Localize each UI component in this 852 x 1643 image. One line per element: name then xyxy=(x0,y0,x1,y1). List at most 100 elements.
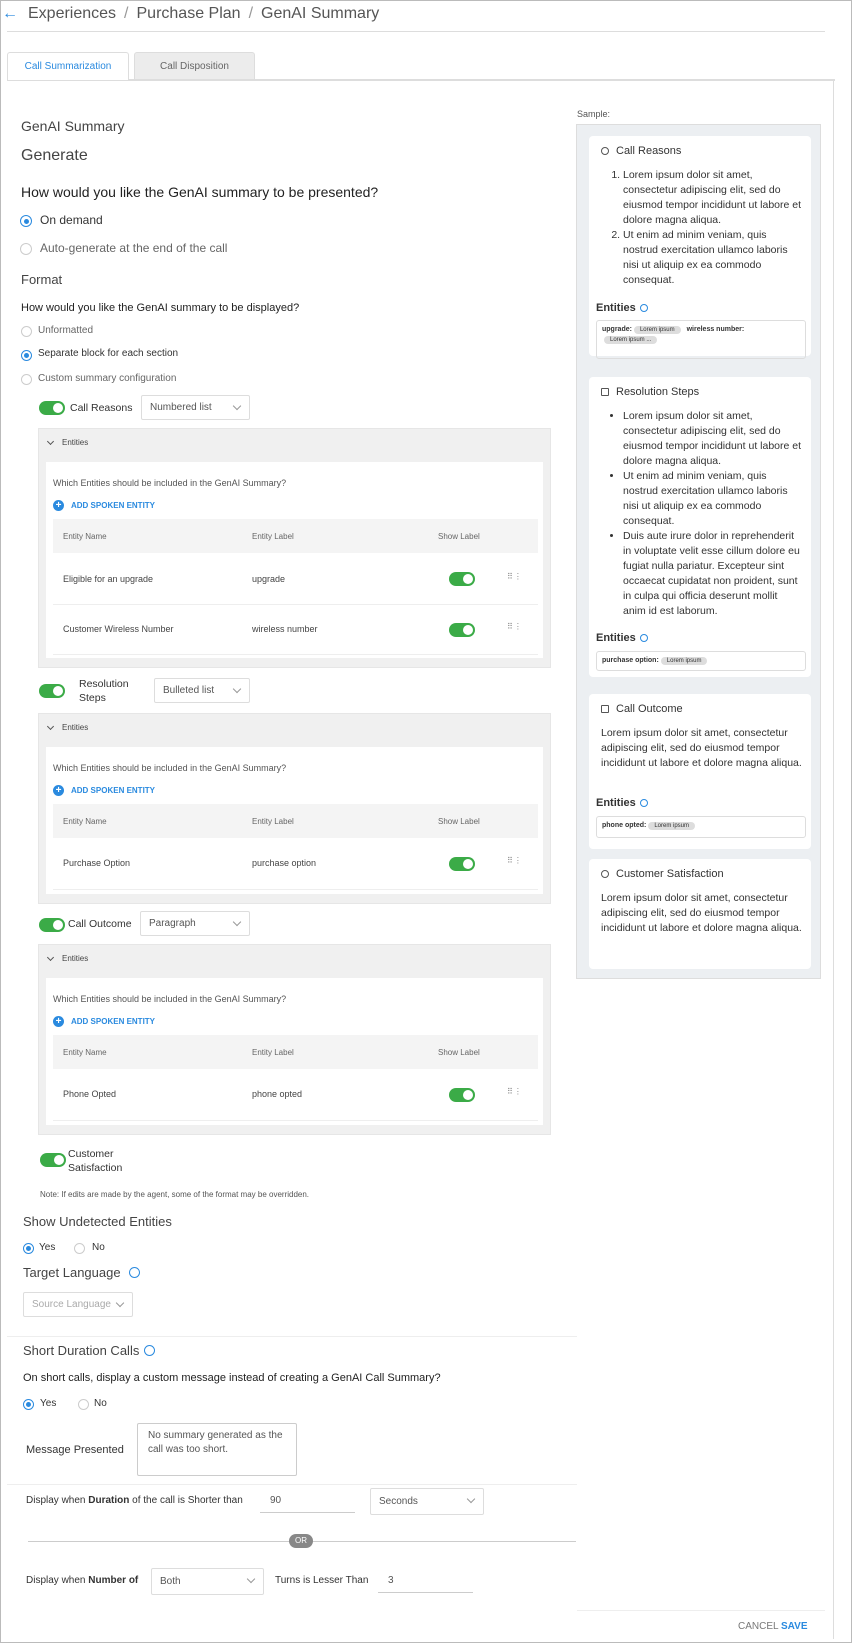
breadcrumb-current: GenAI Summary xyxy=(261,5,380,22)
format-select-call-outcome[interactable]: Paragraph xyxy=(140,911,250,936)
entities-toggle[interactable]: Entities xyxy=(45,722,89,732)
entities-question: Which Entities should be included in the… xyxy=(53,478,287,488)
entity-table-header: Entity Name Entity Label Show Label xyxy=(53,519,538,553)
info-icon[interactable] xyxy=(639,304,648,312)
card-entities-label: Entities xyxy=(596,302,648,314)
col-show-label: Show Label xyxy=(438,1048,480,1057)
label-part: Display when xyxy=(26,1575,89,1586)
toggle-customer-satisfaction[interactable] xyxy=(40,1153,66,1167)
breadcrumb-separator: / xyxy=(248,5,254,22)
number-of-select[interactable]: Both xyxy=(151,1568,264,1595)
add-entity-label: ADD SPOKEN ENTITY xyxy=(71,786,156,795)
sample-card-resolution-steps: Resolution Steps Lorem ipsum dolor sit a… xyxy=(589,377,811,677)
message-presented-textarea[interactable]: No summary generated as the call was too… xyxy=(137,1423,297,1476)
section-name: Resolution Steps xyxy=(79,678,129,704)
radio-custom-config[interactable] xyxy=(21,374,32,385)
sample-panel: Call Reasons Lorem ipsum dolor sit amet,… xyxy=(576,124,821,979)
turns-input[interactable]: 3 xyxy=(378,1568,473,1593)
drag-handle-icon[interactable]: ⠿⋮ xyxy=(507,1087,523,1096)
entities-toggle[interactable]: Entities xyxy=(45,437,89,447)
tab-call-disposition[interactable]: Call Disposition xyxy=(134,52,255,79)
label-part: Display when xyxy=(26,1495,89,1506)
toggle-call-outcome[interactable] xyxy=(39,918,65,932)
format-select-call-reasons[interactable]: Numbered list xyxy=(141,395,250,420)
number-label: Display when Number of xyxy=(26,1575,138,1586)
add-spoken-entity-button[interactable]: + ADD SPOKEN ENTITY xyxy=(53,1016,155,1027)
radio-unformatted[interactable] xyxy=(21,326,32,337)
table-row: Phone Opted phone opted ⠿⋮ xyxy=(53,1069,538,1121)
breadcrumb-item[interactable]: Purchase Plan xyxy=(137,5,241,23)
drag-handle-icon[interactable]: ⠿⋮ xyxy=(507,622,523,631)
add-spoken-entity-button[interactable]: + ADD SPOKEN ENTITY xyxy=(53,500,155,511)
label-bold: Number of xyxy=(88,1575,139,1586)
info-icon[interactable] xyxy=(128,1267,140,1278)
toggle-call-reasons[interactable] xyxy=(39,401,65,415)
show-label-toggle[interactable] xyxy=(449,1088,475,1102)
radio-short-no[interactable] xyxy=(78,1399,89,1410)
show-label-toggle[interactable] xyxy=(449,572,475,586)
select-value: Numbered list xyxy=(150,402,212,413)
entity-key: phone opted: xyxy=(602,822,647,829)
breadcrumb-item[interactable]: Experiences xyxy=(28,5,116,23)
breadcrumb: ← Experiences / Purchase Plan / GenAI Su… xyxy=(0,2,379,26)
entity-key: purchase option: xyxy=(602,657,659,664)
radio-separate-block[interactable] xyxy=(21,350,32,361)
entity-label: phone opted xyxy=(252,1089,303,1099)
radio-on-demand[interactable] xyxy=(20,215,32,227)
entities-label: Entities xyxy=(596,797,636,809)
drag-handle-icon[interactable]: ⠿⋮ xyxy=(507,572,523,581)
section-title: GenAI Summary xyxy=(21,118,125,134)
radio-undetected-no[interactable] xyxy=(74,1243,85,1254)
show-undetected-heading: Show Undetected Entities xyxy=(23,1214,172,1229)
drag-handle-icon[interactable]: ⠿⋮ xyxy=(507,856,523,865)
card-title: Customer Satisfaction xyxy=(601,868,724,880)
entities-toggle[interactable]: Entities xyxy=(45,953,88,963)
radio-short-yes[interactable] xyxy=(23,1399,34,1410)
card-title: Call Outcome xyxy=(601,703,683,715)
cancel-button[interactable]: CANCEL xyxy=(738,1621,779,1632)
list-item: Duis aute irure dolor in reprehenderit i… xyxy=(623,529,802,619)
radio-auto-generate[interactable] xyxy=(20,243,32,255)
entity-label: wireless number xyxy=(252,624,318,634)
plus-icon: + xyxy=(53,1016,64,1027)
entities-label: Entities xyxy=(62,723,89,732)
entity-key: wireless number: xyxy=(686,326,745,333)
table-row: Purchase Option purchase option ⠿⋮ xyxy=(53,838,538,890)
chevron-down-icon xyxy=(232,684,242,694)
back-arrow-icon[interactable]: ← xyxy=(2,5,18,23)
entities-panel: Entities Which Entities should be includ… xyxy=(38,944,551,1135)
duration-unit-select[interactable]: Seconds xyxy=(370,1488,484,1515)
radio-undetected-yes[interactable] xyxy=(23,1243,34,1254)
entities-label: Entities xyxy=(62,438,89,447)
save-button[interactable]: SAVE xyxy=(781,1621,808,1632)
table-row: Eligible for an upgrade upgrade ⠿⋮ xyxy=(53,553,538,605)
card-title-text: Customer Satisfaction xyxy=(616,868,724,880)
entity-key: upgrade: xyxy=(602,326,632,333)
show-label-toggle[interactable] xyxy=(449,623,475,637)
radio-label: On demand xyxy=(40,213,103,227)
add-entity-label: ADD SPOKEN ENTITY xyxy=(71,501,156,510)
info-icon[interactable] xyxy=(144,1345,156,1356)
chevron-down-icon xyxy=(115,1298,125,1308)
heading-text: Target Language xyxy=(23,1265,121,1280)
bulleted-list: Lorem ipsum dolor sit amet, consectetur … xyxy=(601,409,802,619)
chevron-down-icon xyxy=(232,401,242,411)
entity-chips: phone opted: Lorem ipsum xyxy=(596,816,806,838)
entities-label: Entities xyxy=(596,632,636,644)
select-value: Both xyxy=(160,1576,181,1587)
entity-chip: Lorem ipsum xyxy=(660,657,708,665)
list-item: Ut enim ad minim veniam, quis nostrud ex… xyxy=(623,469,802,529)
card-body: Lorem ipsum dolor sit amet, consectetur … xyxy=(601,168,802,288)
format-select-resolution-steps[interactable]: Bulleted list xyxy=(154,678,250,703)
target-language-select[interactable]: Source Language xyxy=(23,1292,133,1317)
info-icon[interactable] xyxy=(639,634,648,642)
toggle-resolution-steps[interactable] xyxy=(39,684,65,698)
radio-label: No xyxy=(92,1242,105,1253)
show-label-toggle[interactable] xyxy=(449,857,475,871)
tab-call-summarization[interactable]: Call Summarization xyxy=(7,52,129,80)
section-name: Call Reasons xyxy=(70,402,133,414)
duration-input[interactable]: 90 xyxy=(260,1488,355,1513)
add-spoken-entity-button[interactable]: + ADD SPOKEN ENTITY xyxy=(53,785,155,796)
info-icon[interactable] xyxy=(639,799,648,807)
numbered-list: Lorem ipsum dolor sit amet, consectetur … xyxy=(601,168,802,288)
